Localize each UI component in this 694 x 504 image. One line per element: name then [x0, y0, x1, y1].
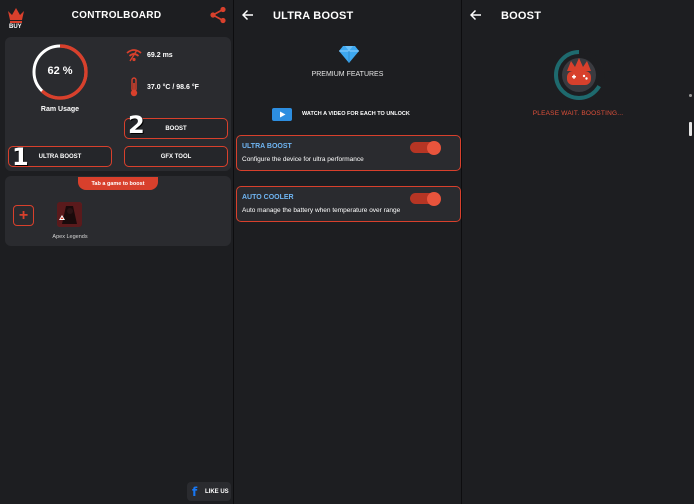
ram-usage-label: Ram Usage — [40, 106, 80, 113]
boost-screen: BOOST PLEASE WAIT. BOOSTING... — [462, 0, 694, 504]
feature-title: ULTRA BOOST — [242, 143, 292, 150]
buy-label[interactable]: BUY — [9, 24, 22, 30]
ultra-boost-toggle[interactable] — [410, 140, 441, 155]
gfx-tool-button[interactable]: GFX TOOL — [124, 146, 228, 167]
premium-features-label: PREMIUM FEATURES — [311, 71, 384, 78]
like-us-button[interactable]: f LIKE US — [187, 482, 231, 501]
feature-description: Configure the device for ultra performan… — [242, 156, 364, 163]
watch-video-label[interactable]: WATCH A VIDEO FOR EACH TO UNLOCK — [302, 111, 410, 117]
step-two-marker: 2 — [128, 111, 145, 139]
controlboard-screen: BUY CONTROLBOARD 62 % Ram Usage 69.2 ms — [0, 0, 233, 504]
ping-value: 69.2 ms — [147, 52, 173, 59]
boosting-status: PLEASE WAIT. BOOSTING... — [532, 110, 624, 117]
like-us-label: LIKE US — [205, 488, 229, 495]
page-title: BOOST — [501, 10, 542, 22]
diamond-icon — [339, 46, 359, 63]
toggle-knob — [427, 140, 441, 155]
ultra-boost-feature[interactable]: ULTRA BOOST Configure the device for ult… — [236, 135, 461, 171]
share-icon[interactable] — [209, 6, 227, 24]
feature-title: AUTO COOLER — [242, 194, 294, 201]
wifi-icon — [126, 49, 142, 62]
page-title: ULTRA BOOST — [273, 10, 354, 22]
ultra-boost-screen: ULTRA BOOST PREMIUM FEATURES WATCH A VID… — [234, 0, 461, 504]
feature-description: Auto manage the battery when temperature… — [242, 207, 401, 214]
game-name: Apex Legends — [52, 234, 88, 240]
step-one-marker: 1 — [12, 143, 29, 171]
plus-icon: + — [18, 206, 29, 224]
scrollbar[interactable] — [689, 122, 692, 136]
back-arrow-icon[interactable] — [470, 9, 482, 21]
thermometer-icon — [130, 77, 138, 97]
auto-cooler-toggle[interactable] — [410, 191, 441, 206]
controlboard-header: BUY CONTROLBOARD — [0, 0, 233, 34]
toggle-knob — [427, 191, 441, 206]
boost-progress-logo — [554, 49, 605, 100]
tab-game-hint: Tab a game to boost — [78, 177, 158, 190]
apex-logo-icon — [57, 202, 82, 227]
auto-cooler-feature[interactable]: AUTO COOLER Auto manage the battery when… — [236, 186, 461, 222]
add-game-button[interactable]: + — [13, 205, 34, 226]
temperature-value: 37.0 °C / 98.6 °F — [147, 84, 199, 91]
game-icon-apex-legends[interactable] — [57, 202, 82, 227]
back-arrow-icon[interactable] — [242, 9, 254, 21]
ram-percent: 62 % — [47, 65, 73, 77]
page-title: CONTROLBOARD — [71, 10, 162, 21]
facebook-icon: f — [192, 484, 198, 499]
video-play-icon[interactable] — [272, 108, 292, 121]
edge-indicator — [689, 94, 692, 97]
